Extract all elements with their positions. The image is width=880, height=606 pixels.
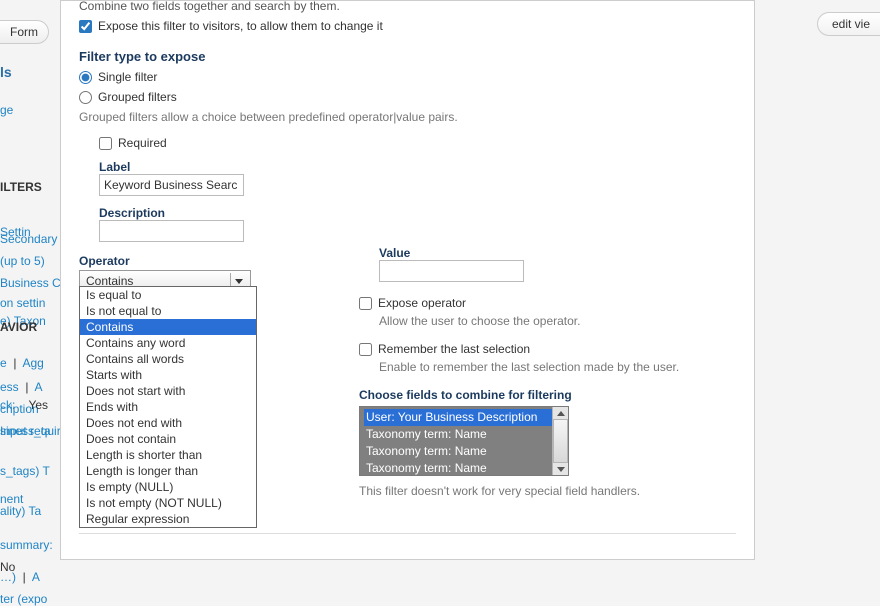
bg-text: AVIOR [0,320,37,334]
bg-link[interactable]: ality) Ta [0,504,41,518]
filter-type-heading: Filter type to expose [79,49,736,64]
scroll-down-icon [557,467,565,472]
bg-link[interactable]: Agg [23,356,44,370]
bg-form-button[interactable]: Form [0,20,49,44]
operator-option[interactable]: Contains any word [80,335,256,351]
value-input[interactable] [379,260,524,282]
field-option[interactable]: User: Your Business Description [364,409,564,426]
operator-option[interactable]: Does not start with [80,383,256,399]
field-option[interactable]: Taxonomy term: Name [364,426,564,443]
expose-operator-help: Allow the user to choose the operator. [379,314,736,328]
required-checkbox[interactable] [99,137,112,150]
operator-label: Operator [79,254,319,268]
choose-fields-label: Choose fields to combine for filtering [359,388,736,402]
edit-view-button[interactable]: edit vie [817,12,880,36]
bg-link[interactable]: ter (expo [0,592,47,606]
remember-selection-label: Remember the last selection [378,342,530,356]
bg-text: No [0,560,15,574]
operator-option[interactable]: Does not contain [80,431,256,447]
scroll-up-icon [557,411,565,416]
divider [79,533,736,534]
operator-option[interactable]: Is empty (NULL) [80,479,256,495]
bg-link[interactable]: summary: [0,538,53,552]
expose-operator-checkbox[interactable] [359,297,372,310]
field-option[interactable]: Taxonomy term: Name [364,443,564,460]
intro-text: Combine two fields together and search b… [79,0,736,13]
expose-filter-label: Expose this filter to visitors, to allow… [98,19,383,33]
grouped-filters-radio[interactable] [79,91,92,104]
expose-operator-label: Expose operator [378,296,466,310]
grouped-filters-label: Grouped filters [98,90,177,104]
grouped-help-text: Grouped filters allow a choice between p… [79,110,736,124]
bg-link[interactable]: (up to 5) [0,254,45,268]
bg-link[interactable]: A [32,570,40,584]
operator-option[interactable]: Is not empty (NOT NULL) [80,495,256,511]
bg-text: ILTERS [0,180,42,194]
single-filter-label: Single filter [98,70,157,84]
operator-option[interactable]: Is not equal to [80,303,256,319]
operator-option[interactable]: Contains [80,319,256,335]
filter-config-panel: Combine two fields together and search b… [60,0,755,560]
bg-link[interactable]: s_tags) T [0,464,50,478]
operator-option[interactable]: Ends with [80,399,256,415]
choose-fields-multiselect[interactable]: User: Your Business DescriptionTaxonomy … [359,406,569,476]
bg-text: ls [0,64,12,80]
label-field-label: Label [99,160,736,174]
operator-option[interactable]: Contains all words [80,351,256,367]
bg-link[interactable]: ess [0,380,19,394]
operator-dropdown-list[interactable]: Is equal toIs not equal toContainsContai… [79,286,257,528]
operator-option[interactable]: Is equal to [80,287,256,303]
label-input[interactable] [99,174,244,196]
bg-link[interactable]: e [0,356,7,370]
operator-option[interactable]: Regular expression [80,511,256,527]
bg-link[interactable]: on settin [0,296,45,310]
bg-link[interactable]: nent [0,492,23,506]
scrollbar[interactable] [552,407,568,475]
description-field-label: Description [99,206,736,220]
bg-link[interactable]: A [35,380,43,394]
description-input[interactable] [99,220,244,242]
choose-fields-help: This filter doesn't work for very specia… [359,484,736,498]
single-filter-radio[interactable] [79,71,92,84]
operator-option[interactable]: Does not end with [80,415,256,431]
value-label: Value [379,246,736,260]
expose-filter-checkbox[interactable] [79,20,92,33]
bg-text: Yes [28,398,48,412]
operator-option[interactable]: Length is shorter than [80,447,256,463]
remember-selection-help: Enable to remember the last selection ma… [379,360,736,374]
scroll-thumb[interactable] [553,419,568,463]
bg-link[interactable]: ck: [0,398,15,412]
operator-option[interactable]: Starts with [80,367,256,383]
remember-selection-checkbox[interactable] [359,343,372,356]
field-option[interactable]: Taxonomy term: Name [364,460,564,476]
operator-option[interactable]: Length is longer than [80,463,256,479]
required-label: Required [118,136,167,150]
bg-link[interactable]: ge [0,103,13,117]
